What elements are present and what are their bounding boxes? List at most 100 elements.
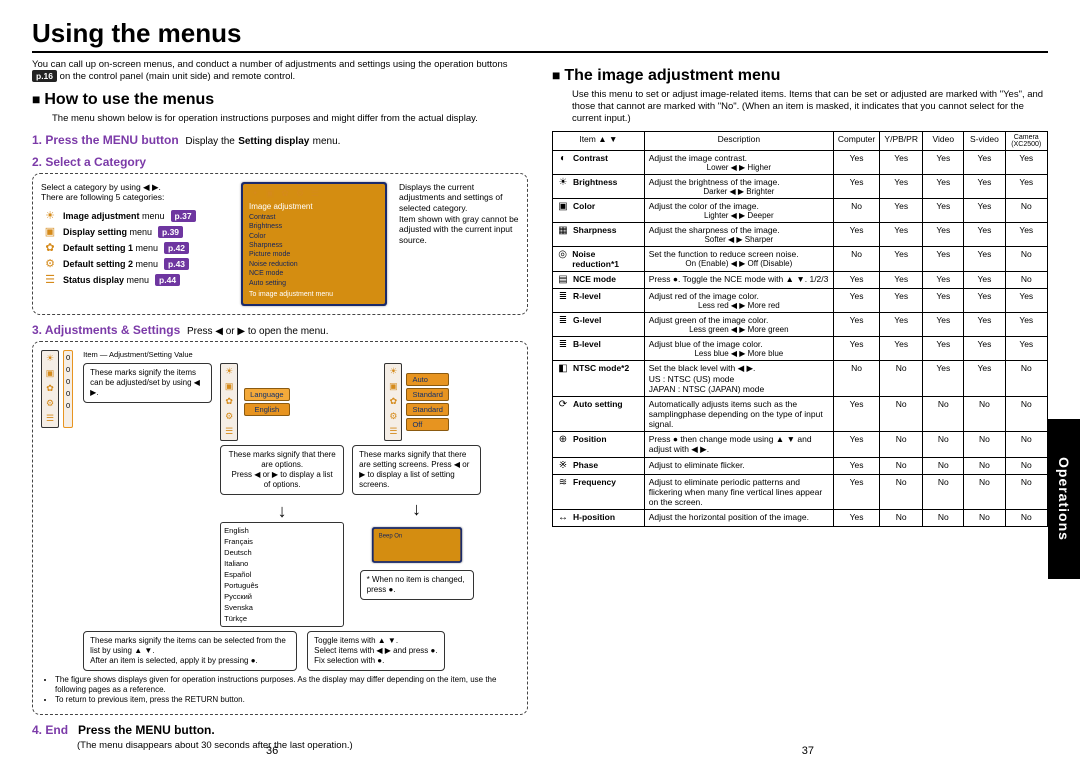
callout-bottom: These marks signify the items can be sel… [83, 631, 297, 671]
lang-option: Русский [224, 592, 252, 601]
how-to-use-note: The menu shown below is for operation in… [52, 113, 528, 125]
osd-row: Contrast [249, 213, 379, 222]
item-desc: Adjust blue of the image color.Less blue… [644, 336, 833, 360]
table-row: ≣R-level Adjust red of the image color.L… [553, 288, 1048, 312]
menu-icon: ✿ [43, 241, 57, 255]
th-video: Video [923, 131, 964, 150]
item-desc: Adjust the color of the image.Lighter ◀ … [644, 198, 833, 222]
yn-video: No [923, 509, 964, 526]
intro-part1: You can call up on-screen menus, and con… [32, 59, 507, 70]
category-menu-item: ▣ Display setting menu p.39 [43, 225, 229, 239]
category-menu-list: ☀ Image adjustment menu p.37▣ Display se… [43, 209, 229, 287]
sun-icon: ☀ [249, 188, 261, 200]
cat-intro1: Select a category by using ◀ ▶. [41, 182, 229, 193]
osd-row: Auto setting [249, 279, 379, 288]
table-row: ≋Frequency Adjust to eliminate periodic … [553, 474, 1048, 509]
item-name: Auto setting [573, 399, 623, 409]
yn-camera: No [1005, 396, 1047, 431]
category-menu-item: ☰ Status display menu p.44 [43, 273, 229, 287]
diagram-notes: The figure shows displays given for oper… [55, 675, 519, 706]
menu-page-tag: p.43 [164, 258, 189, 270]
item-desc: Set the function to reduce screen noise.… [644, 246, 833, 271]
table-row: ⟳Auto setting Automatically adjusts item… [553, 396, 1048, 431]
item-icon: ⟳ [557, 399, 569, 411]
table-row: ◧ NTSC mode*2 Set the black level with ◀ … [553, 360, 1048, 396]
table-row: ※Phase Adjust to eliminate flicker. Yes … [553, 457, 1048, 474]
item-desc: Set the black level with ◀ ▶.US : NTSC (… [644, 360, 833, 396]
yn-video: No [923, 396, 964, 431]
table-row: ▦Sharpness Adjust the sharpness of the i… [553, 222, 1048, 246]
category-menu-item: ⚙ Default setting 2 menu p.43 [43, 257, 229, 271]
cat-intro2: There are following 5 categories: [41, 192, 229, 203]
lang-option: Français [224, 537, 253, 546]
yn-ypbpr: Yes [880, 222, 923, 246]
yn-ypbpr: No [880, 474, 923, 509]
yn-svideo: Yes [964, 198, 1005, 222]
gear-icon: ⚙ [294, 188, 306, 200]
osd-row: Color [249, 232, 379, 241]
arrow-down-icon: ↓ [412, 499, 421, 520]
item-icon: ≣ [557, 315, 569, 327]
yn-svideo: Yes [964, 271, 1005, 288]
item-name: Position [573, 434, 607, 444]
yn-computer: Yes [833, 288, 879, 312]
sun-icon: ☀ [44, 353, 56, 365]
yn-ypbpr: No [880, 360, 923, 396]
yn-camera: Yes [1005, 288, 1047, 312]
pagenum-left: 36 [266, 745, 278, 757]
menu-label: Default setting 1 menu [63, 243, 158, 253]
item-desc: Adjust to eliminate periodic patterns an… [644, 474, 833, 509]
language-chip-group: Language English [244, 388, 289, 416]
item-icon: ◎ [557, 249, 568, 261]
yn-camera: No [1005, 509, 1047, 526]
yn-computer: Yes [833, 174, 879, 198]
category-menu-item: ✿ Default setting 1 menu p.42 [43, 241, 229, 255]
yn-camera: No [1005, 431, 1047, 457]
category-box: Select a category by using ◀ ▶. There ar… [32, 173, 528, 315]
yn-ypbpr: Yes [880, 198, 923, 222]
yn-video: Yes [923, 312, 964, 336]
yn-video: Yes [923, 174, 964, 198]
table-row: ☀Brightness Adjust the brightness of the… [553, 174, 1048, 198]
item-name: Color [573, 201, 595, 211]
item-icon: ☀ [557, 177, 569, 189]
osd-row: NCE mode [249, 269, 379, 278]
yn-computer: Yes [833, 336, 879, 360]
osd-row: Sharpness [249, 241, 379, 250]
yn-svideo: Yes [964, 222, 1005, 246]
yn-video: No [923, 457, 964, 474]
item-name: Frequency [573, 477, 616, 487]
yn-camera: No [1005, 198, 1047, 222]
osd-row: Picture mode [249, 250, 379, 259]
item-name: NCE mode [573, 274, 616, 284]
gear-icon: ⚙ [44, 398, 56, 410]
menu-label: Default setting 2 menu [63, 259, 158, 269]
item-icon: ◧ [557, 363, 569, 375]
osd-title: Image adjustment [249, 202, 379, 211]
yn-svideo: Yes [964, 246, 1005, 271]
yn-svideo: No [964, 474, 1005, 509]
th-ypbpr: Y/PB/PR [880, 131, 923, 150]
yn-computer: No [833, 360, 879, 396]
menu-page-tag: p.44 [155, 274, 180, 286]
th-camera: Camera (XC2500) [1005, 131, 1047, 150]
item-desc: Adjust green of the image color.Less gre… [644, 312, 833, 336]
menu-page-tag: p.39 [158, 226, 183, 238]
step4-note: (The menu disappears about 30 seconds af… [77, 740, 528, 752]
item-icon: ▦ [557, 225, 569, 237]
yn-camera: Yes [1005, 222, 1047, 246]
yn-computer: Yes [833, 457, 879, 474]
table-row: ▤NCE mode Press ●. Toggle the NCE mode w… [553, 271, 1048, 288]
item-name: NTSC mode*2 [573, 363, 629, 373]
flower-icon: ✿ [44, 383, 56, 395]
th-computer: Computer [833, 131, 879, 150]
th-desc: Description [644, 131, 833, 150]
item-icon: ≣ [557, 291, 569, 303]
yn-svideo: Yes [964, 174, 1005, 198]
menu-icon: ▣ [43, 225, 57, 239]
osd-footer: To image adjustment menu [249, 290, 379, 299]
yn-video: Yes [923, 271, 964, 288]
display-icon: ▣ [44, 368, 56, 380]
adjustments-box: ☀ ▣ ✿ ⚙ ☰ 00000 Item — Adjustment/Settin… [32, 341, 528, 715]
yn-video: Yes [923, 336, 964, 360]
